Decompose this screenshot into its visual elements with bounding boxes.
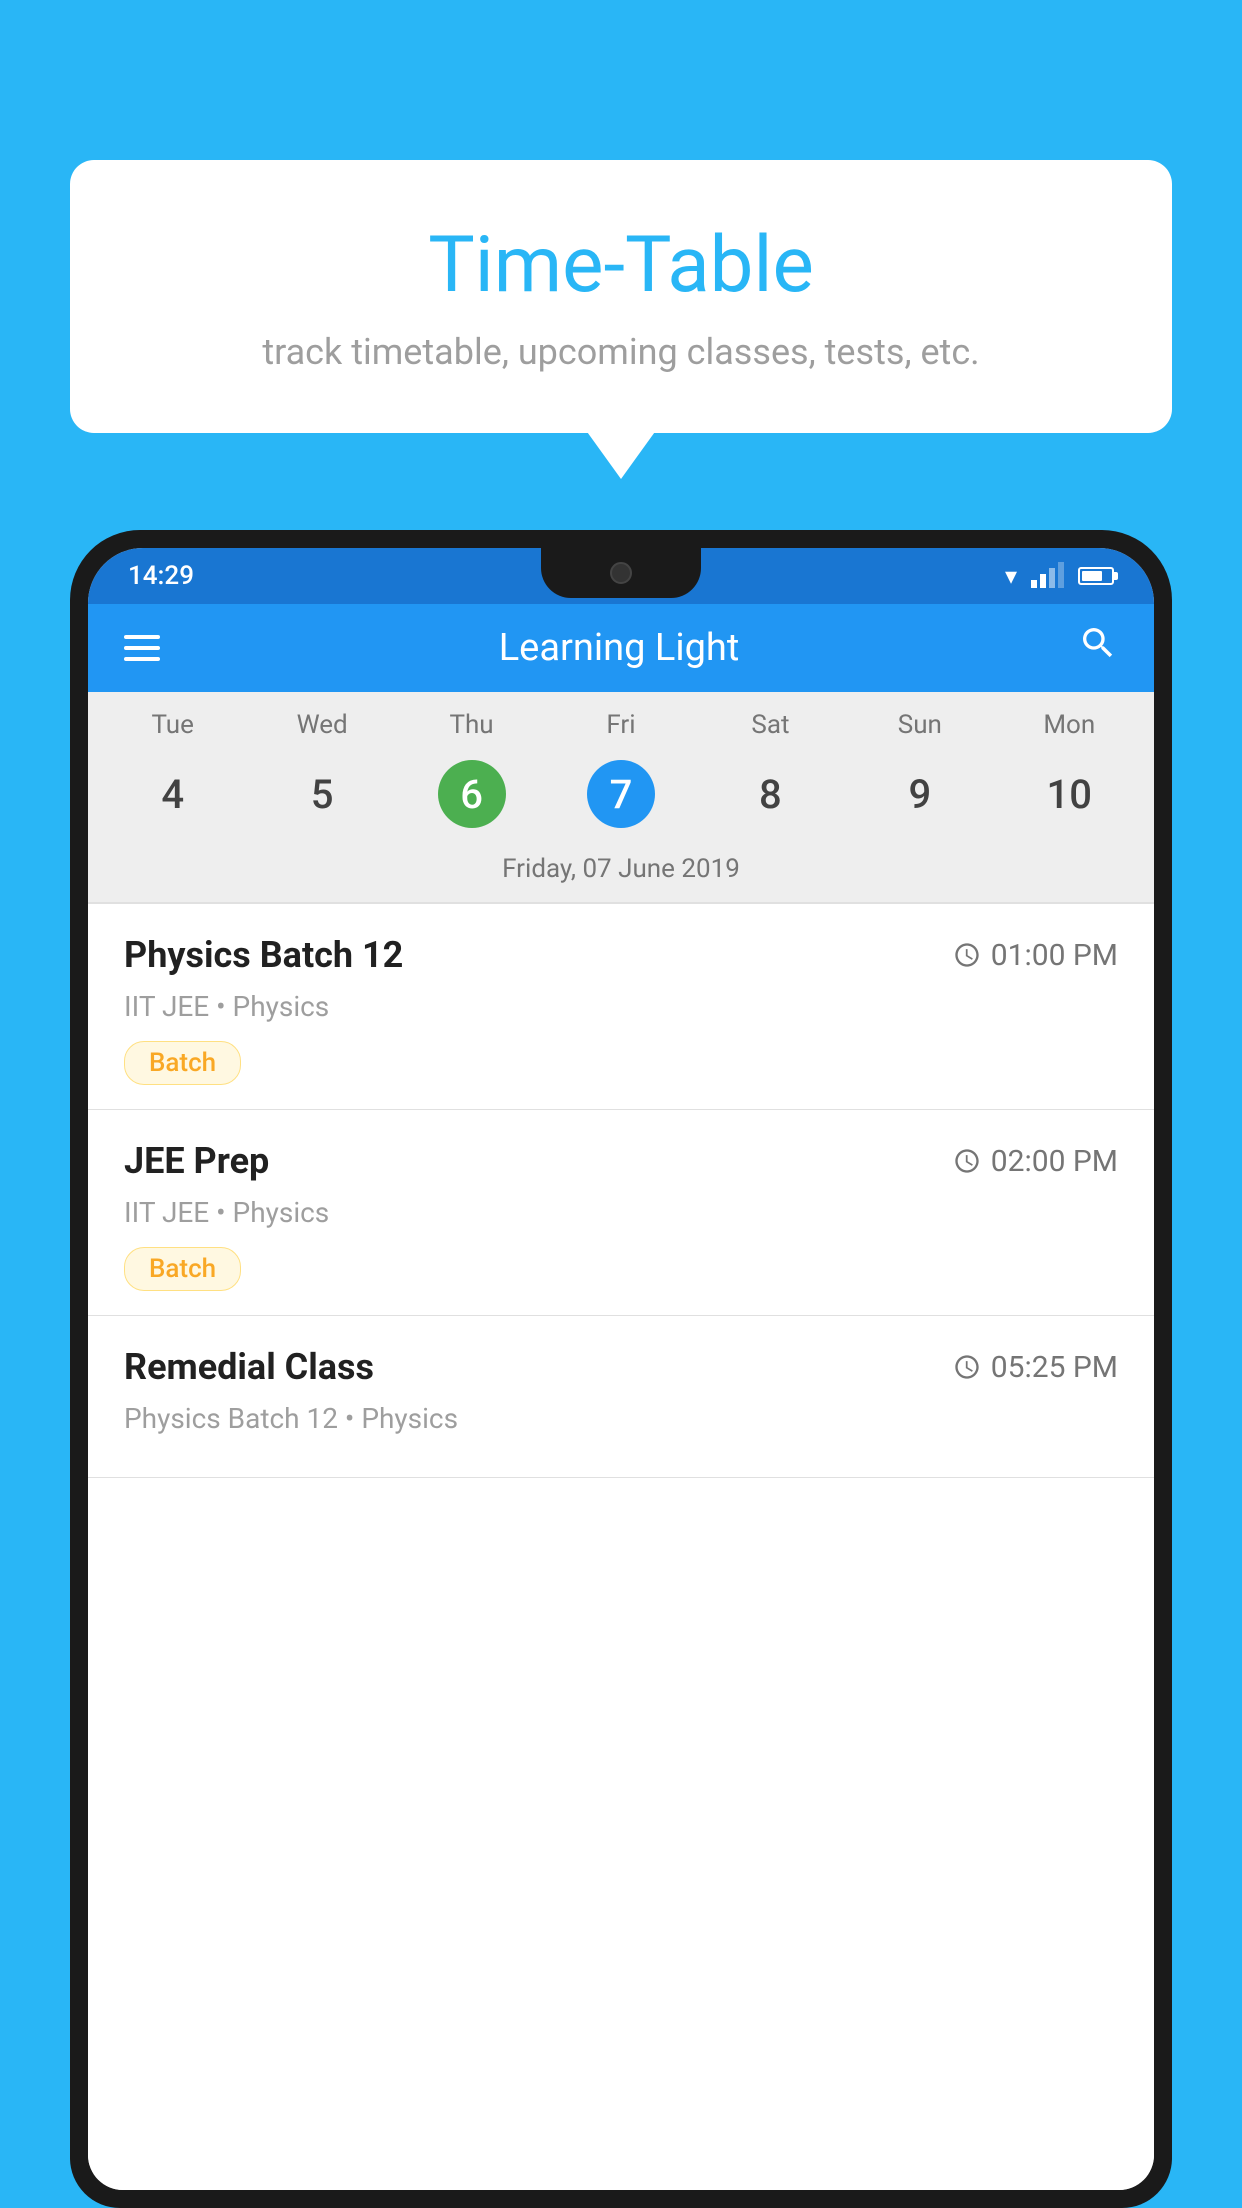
app-toolbar: Learning Light [88, 604, 1154, 692]
schedule-item-subtitle: IIT JEE • Physics [124, 1196, 1118, 1229]
schedule-item-header: JEE Prep 02:00 PM [124, 1140, 1118, 1182]
schedule-item-title: Physics Batch 12 [124, 934, 403, 976]
day-number[interactable]: 5 [247, 758, 396, 830]
signal-bars-icon [1031, 564, 1064, 588]
day-label: Thu [397, 710, 546, 740]
schedule-time-text: 01:00 PM [991, 938, 1118, 973]
schedule-item[interactable]: Physics Batch 12 01:00 PM IIT JEE • Phys… [88, 904, 1154, 1110]
day-number[interactable]: 6 [438, 760, 506, 828]
day-number[interactable]: 4 [98, 758, 247, 830]
batch-tag: Batch [124, 1247, 241, 1291]
phone-frame: 14:29 ▾ Learning Ligh [70, 530, 1172, 2208]
bubble-title: Time-Table [120, 220, 1122, 311]
day-label: Tue [98, 710, 247, 740]
speech-bubble: Time-Table track timetable, upcoming cla… [70, 160, 1172, 433]
day-label: Sun [845, 710, 994, 740]
day-label: Sat [696, 710, 845, 740]
battery-fill [1082, 571, 1102, 581]
hamburger-menu-button[interactable] [124, 635, 160, 661]
status-icons: ▾ [1005, 562, 1114, 590]
schedule-item-time: 01:00 PM [953, 938, 1118, 973]
day-label: Wed [247, 710, 396, 740]
clock-icon [953, 941, 981, 969]
speech-bubble-container: Time-Table track timetable, upcoming cla… [70, 160, 1172, 433]
day-label: Fri [546, 710, 695, 740]
schedule-item-header: Physics Batch 12 01:00 PM [124, 934, 1118, 976]
day-label: Mon [995, 710, 1144, 740]
clock-icon [953, 1353, 981, 1381]
day-labels-row: TueWedThuFriSatSunMon [88, 692, 1154, 750]
search-button[interactable] [1078, 623, 1118, 673]
schedule-item-subtitle: Physics Batch 12 • Physics [124, 1402, 1118, 1435]
day-number[interactable]: 10 [995, 758, 1144, 830]
schedule-item-title: Remedial Class [124, 1346, 374, 1388]
phone-outer: 14:29 ▾ Learning Ligh [70, 530, 1172, 2208]
phone-notch [541, 548, 701, 598]
schedule-item-subtitle: IIT JEE • Physics [124, 990, 1118, 1023]
hamburger-line-2 [124, 646, 160, 650]
schedule-item-header: Remedial Class 05:25 PM [124, 1346, 1118, 1388]
phone-screen: 14:29 ▾ Learning Ligh [88, 548, 1154, 2190]
battery-icon [1078, 567, 1114, 585]
day-numbers-row: 456 78910 [88, 750, 1154, 844]
schedule-item[interactable]: JEE Prep 02:00 PM IIT JEE • Physics Batc… [88, 1110, 1154, 1316]
hamburger-line-3 [124, 657, 160, 661]
bubble-subtitle: track timetable, upcoming classes, tests… [120, 331, 1122, 373]
schedule-item[interactable]: Remedial Class 05:25 PM Physics Batch 12… [88, 1316, 1154, 1478]
day-number[interactable]: 9 [845, 758, 994, 830]
wifi-icon: ▾ [1005, 562, 1017, 590]
schedule-item-time: 02:00 PM [953, 1144, 1118, 1179]
clock-icon [953, 1147, 981, 1175]
schedule-time-text: 05:25 PM [991, 1350, 1118, 1385]
calendar-section: TueWedThuFriSatSunMon 456 78910 Friday, 0… [88, 692, 1154, 904]
selected-date-label: Friday, 07 June 2019 [88, 844, 1154, 902]
schedule-list: Physics Batch 12 01:00 PM IIT JEE • Phys… [88, 904, 1154, 2190]
schedule-item-title: JEE Prep [124, 1140, 269, 1182]
schedule-time-text: 02:00 PM [991, 1144, 1118, 1179]
app-title: Learning Light [499, 626, 740, 670]
schedule-item-time: 05:25 PM [953, 1350, 1118, 1385]
day-number[interactable]: 8 [696, 758, 845, 830]
camera-dot [610, 562, 632, 584]
batch-tag: Batch [124, 1041, 241, 1085]
status-time: 14:29 [128, 561, 194, 591]
day-number[interactable]: 7 [587, 760, 655, 828]
hamburger-line-1 [124, 635, 160, 639]
